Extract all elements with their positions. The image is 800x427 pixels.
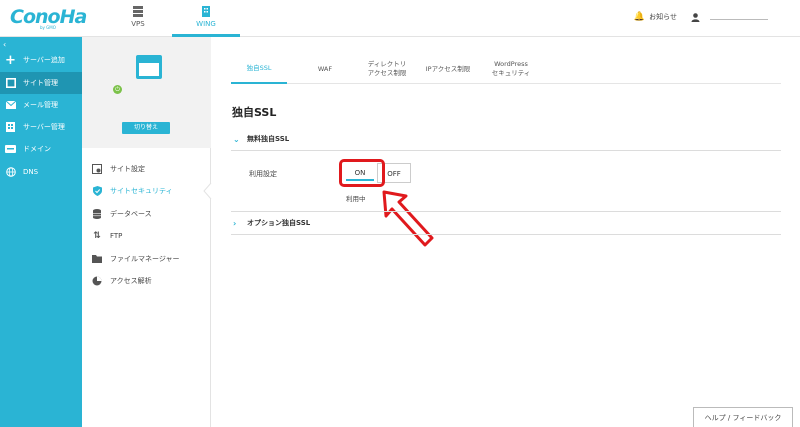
notifications-link[interactable]: お知らせ	[649, 12, 677, 22]
chevron-left-icon[interactable]: ‹	[3, 40, 6, 49]
site-card: ⏻ 切り替え	[82, 37, 211, 148]
logo-sub: by GMO	[40, 25, 56, 30]
switch-site-button[interactable]: 切り替え	[122, 122, 170, 134]
subnav-item-file-manager[interactable]: ファイルマネージャー	[82, 249, 211, 269]
header-right: 🔔 お知らせ	[634, 12, 768, 22]
sidebar-item-server-management[interactable]: サーバー管理	[0, 116, 82, 138]
building-icon	[202, 6, 210, 17]
sidebar-item-label: サイト管理	[23, 79, 58, 87]
subnav-item-label: データベース	[110, 210, 152, 218]
tab-ssl[interactable]: 独自SSL	[231, 54, 287, 84]
sidebar-item-mail-management[interactable]: メール管理	[0, 94, 82, 116]
transfer-icon: ⇅	[93, 231, 101, 241]
tab-wordpress-security[interactable]: WordPress セキュリティ	[483, 54, 539, 84]
browser-window-icon	[136, 55, 162, 79]
subnav-item-label: サイト設定	[110, 165, 145, 173]
topnav-vps-label: VPS	[131, 20, 145, 28]
topnav-wing[interactable]: WING	[172, 0, 240, 37]
tab-directory-access[interactable]: ディレクトリ アクセス制限	[359, 54, 415, 84]
bell-icon[interactable]: 🔔	[634, 12, 645, 22]
subnav-item-label: FTP	[110, 232, 123, 240]
subnav-item-site-security[interactable]: サイトセキュリティ	[82, 181, 211, 201]
server-icon	[5, 122, 16, 133]
chevron-down-icon: ⌄	[233, 134, 240, 144]
username-placeholder	[710, 14, 768, 20]
mail-icon	[5, 100, 16, 111]
sidebar-item-label: ドメイン	[23, 145, 51, 153]
main-sidebar: ‹ + サーバー追加 サイト管理 メール管理 サーバー管理 ドメイン DNS	[0, 37, 82, 427]
option-ssl-section-header[interactable]: › オプション独自SSL	[231, 212, 781, 234]
free-ssl-section-header[interactable]: ⌄ 無料独自SSL	[231, 128, 781, 150]
tab-waf[interactable]: WAF	[307, 54, 343, 84]
power-icon: ⏻	[113, 85, 122, 94]
top-header: ConoHa by GMO VPS WING 🔔 お知らせ	[0, 0, 800, 37]
sidebar-item-dns[interactable]: DNS	[0, 161, 82, 183]
subnav-item-site-settings[interactable]: サイト設定	[82, 159, 211, 179]
database-icon	[92, 209, 102, 219]
folder-icon	[92, 254, 102, 264]
page-title: 独自SSL	[232, 106, 277, 119]
plus-icon: +	[5, 52, 16, 68]
shield-icon	[92, 186, 102, 196]
usage-setting-label: 利用設定	[249, 170, 277, 178]
sidebar-item-domain[interactable]: ドメイン	[0, 138, 82, 160]
section-divider	[231, 234, 781, 235]
subnav-item-label: サイトセキュリティ	[110, 187, 173, 195]
tab-ip-access[interactable]: IPアクセス制限	[421, 54, 475, 84]
free-ssl-heading: 無料独自SSL	[247, 135, 290, 143]
domain-icon	[5, 144, 16, 155]
security-tabs: 独自SSL WAF ディレクトリ アクセス制限 IPアクセス制限 WordPre…	[231, 54, 781, 84]
topnav-wing-label: WING	[196, 20, 216, 28]
subnav-item-label: アクセス解析	[110, 277, 152, 285]
sidebar-item-label: DNS	[23, 168, 39, 176]
topnav-vps[interactable]: VPS	[104, 0, 172, 37]
subnav-item-access-analytics[interactable]: アクセス解析	[82, 271, 211, 291]
server-icon	[133, 6, 143, 17]
site-subpanel: ⏻ 切り替え サイト設定 サイトセキュリティ データベース ⇅ FTP ファイル…	[82, 37, 211, 427]
globe-icon	[5, 167, 16, 178]
highlight-box	[339, 159, 385, 187]
user-icon[interactable]	[691, 12, 700, 22]
active-indicator	[203, 183, 212, 199]
subnav-item-label: ファイルマネージャー	[110, 255, 180, 263]
sidebar-item-label: サーバー管理	[23, 123, 65, 131]
option-ssl-heading: オプション独自SSL	[247, 219, 311, 227]
sidebar-item-label: サーバー追加	[23, 56, 65, 64]
conoha-logo[interactable]: ConoHa by GMO	[10, 6, 87, 32]
sidebar-item-label: メール管理	[23, 101, 58, 109]
ssl-status-text: 利用中	[346, 195, 366, 203]
pie-chart-icon	[92, 276, 102, 286]
settings-icon	[92, 164, 102, 174]
window-icon	[5, 78, 16, 89]
chevron-right-icon: ›	[233, 218, 237, 228]
sidebar-item-site-management[interactable]: サイト管理	[0, 72, 82, 94]
sidebar-item-add-server[interactable]: + サーバー追加	[0, 49, 82, 71]
help-feedback-button[interactable]: ヘルプ / フィードバック	[693, 407, 793, 427]
section-divider	[231, 150, 781, 151]
subnav-item-ftp[interactable]: ⇅ FTP	[82, 226, 211, 246]
subnav-item-database[interactable]: データベース	[82, 204, 211, 224]
